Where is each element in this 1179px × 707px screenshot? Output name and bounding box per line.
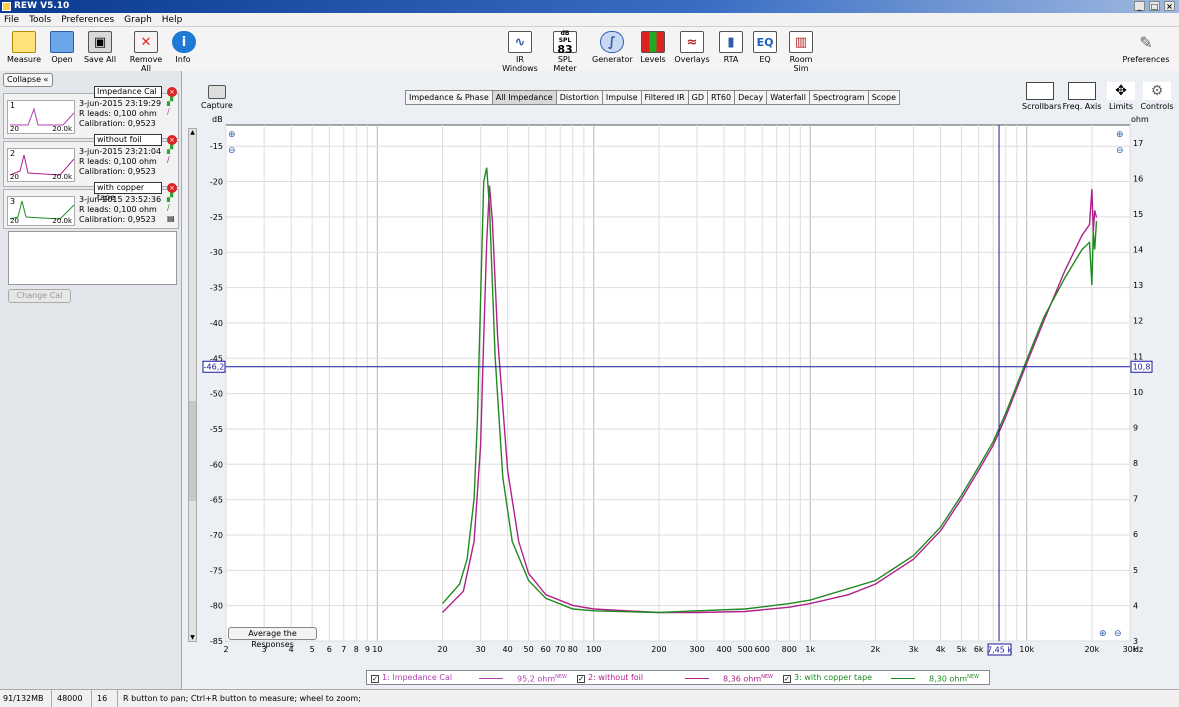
x-tick-label: 5 xyxy=(310,645,315,654)
x-tick-label: 2k xyxy=(871,645,881,654)
legend-value-1: 95,2 ohmNEW xyxy=(517,674,567,684)
x-tick-label: 400 xyxy=(716,645,731,654)
y-left-tick-label: -20 xyxy=(210,178,223,187)
legend-checkbox[interactable]: ✓ xyxy=(371,675,379,683)
x-axis-unit: Hz xyxy=(1133,645,1143,654)
y-right-tick-label: 8 xyxy=(1133,459,1138,468)
y-right-tick-label: 17 xyxy=(1133,139,1143,148)
x-tick-label: 1k xyxy=(805,645,815,654)
x-tick-label: 3k xyxy=(909,645,919,654)
y-right-tick-label: 6 xyxy=(1133,530,1138,539)
y-left-tick-label: -15 xyxy=(210,142,223,151)
status-memory: 91/132MB xyxy=(0,690,52,707)
y-left-tick-label: -50 xyxy=(210,390,223,399)
plot-area[interactable] xyxy=(225,124,1131,642)
legend-line-2 xyxy=(685,678,709,679)
x-tick-label: 9 xyxy=(365,645,370,654)
x-tick-label: 80 xyxy=(568,645,578,654)
status-hint: R button to pan; Ctrl+R button to measur… xyxy=(123,694,361,703)
x-tick-label: 50 xyxy=(524,645,534,654)
cursor-left-readout: -46,2 xyxy=(204,363,225,372)
legend-checkbox[interactable]: ✓ xyxy=(783,675,791,683)
legend-line-3 xyxy=(891,678,915,679)
y-left-tick-label: -55 xyxy=(210,425,223,434)
y-right-tick-label: 12 xyxy=(1133,317,1143,326)
x-tick-label: 60 xyxy=(541,645,551,654)
x-tick-label: 20 xyxy=(437,645,447,654)
y-right-tick-label: 11 xyxy=(1133,352,1143,361)
y-left-tick-label: -30 xyxy=(210,248,223,257)
x-tick-label: 10k xyxy=(1019,645,1034,654)
x-tick-label: 6k xyxy=(974,645,984,654)
legend-item-2[interactable]: ✓ 2: without foil xyxy=(577,671,643,684)
x-tick-label: 7 xyxy=(341,645,346,654)
y-left-tick-label: -25 xyxy=(210,213,223,222)
legend-value-2: 8,36 ohmNEW xyxy=(723,674,773,684)
legend-item-3[interactable]: ✓ 3: with copper tape xyxy=(783,671,872,684)
status-bit-depth: 16 Bit xyxy=(94,690,118,707)
x-tick-label: 6 xyxy=(327,645,332,654)
y-right-tick-label: 14 xyxy=(1133,246,1143,255)
legend-value-3: 8,30 ohmNEW xyxy=(929,674,979,684)
legend-checkbox[interactable]: ✓ xyxy=(577,675,585,683)
x-tick-label: 800 xyxy=(782,645,797,654)
x-tick-label: 4k xyxy=(936,645,946,654)
x-tick-label: 100 xyxy=(586,645,601,654)
y-right-tick-label: 13 xyxy=(1133,281,1143,290)
x-tick-label: 200 xyxy=(651,645,666,654)
x-tick-label: 600 xyxy=(755,645,770,654)
y-left-tick-label: -70 xyxy=(210,531,223,540)
zoom-in-icon[interactable]: ⊕ xyxy=(1116,130,1124,140)
y-left-tick-label: -85 xyxy=(210,637,223,646)
x-tick-label: 500 xyxy=(737,645,752,654)
zoom-out-icon[interactable]: ⊖ xyxy=(228,146,236,156)
x-tick-label: 8 xyxy=(354,645,359,654)
zoom-out-icon[interactable]: ⊖ xyxy=(1116,146,1124,156)
x-tick-label: 20k xyxy=(1084,645,1099,654)
y-right-tick-label: 4 xyxy=(1133,601,1138,610)
zoom-out-icon[interactable]: ⊖ xyxy=(1114,629,1122,639)
y-right-tick-label: 15 xyxy=(1133,210,1143,219)
y-left-tick-label: -80 xyxy=(210,602,223,611)
status-sample-rate: 48000 Hz xyxy=(54,690,92,707)
y-left-tick-label: -35 xyxy=(210,284,223,293)
y-left-tick-label: -40 xyxy=(210,319,223,328)
zoom-in-icon[interactable]: ⊕ xyxy=(228,130,236,140)
x-tick-label: 2 xyxy=(223,645,228,654)
legend-line-1 xyxy=(479,678,503,679)
x-tick-label: 300 xyxy=(689,645,704,654)
right-y-tick-labels: 17161514131211109876543 xyxy=(1133,139,1143,646)
zoom-in-icon[interactable]: ⊕ xyxy=(1099,629,1107,639)
legend-item-1[interactable]: ✓ 1: Impedance Cal xyxy=(371,671,452,684)
x-tick-label: 30 xyxy=(475,645,485,654)
y-left-tick-label: -65 xyxy=(210,496,223,505)
y-left-tick-label: -75 xyxy=(210,566,223,575)
x-tick-label: 70 xyxy=(555,645,565,654)
y-right-tick-label: 9 xyxy=(1133,423,1138,432)
cursor-right-readout: 10,8 xyxy=(1133,363,1151,372)
y-right-tick-label: 16 xyxy=(1133,174,1143,183)
cursor-frequency-readout: 7,45 k xyxy=(987,646,1012,655)
y-left-tick-label: -60 xyxy=(210,460,223,469)
x-tick-label: 5k xyxy=(957,645,967,654)
y-right-tick-label: 5 xyxy=(1133,566,1138,575)
x-tick-label: 10 xyxy=(372,645,382,654)
status-bar: 91/132MB 48000 Hz 16 Bit R button to pan… xyxy=(0,689,1179,707)
graph-legend: ✓ 1: Impedance Cal 95,2 ohmNEW ✓ 2: withou… xyxy=(366,670,990,685)
y-right-tick-label: 7 xyxy=(1133,495,1138,504)
left-y-tick-labels: -15-20-25-30-35-40-45-50-55-60-65-70-75-… xyxy=(210,142,223,646)
average-responses-button[interactable]: Average the Responses xyxy=(228,627,317,649)
y-right-tick-label: 10 xyxy=(1133,388,1143,397)
impedance-graph[interactable]: 2345678910203040506070801002003004005006… xyxy=(0,0,1179,707)
x-tick-label: 40 xyxy=(503,645,513,654)
